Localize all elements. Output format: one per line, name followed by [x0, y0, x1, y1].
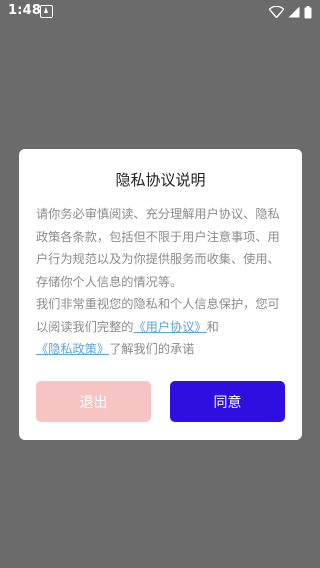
exit-button[interactable]: 退出 — [36, 381, 151, 422]
dialog-paragraph-2: 我们非常重视您的隐私和个人信息保护，您可以阅读我们完整的《用户协议》和《隐私政策… — [36, 293, 288, 361]
agree-button[interactable]: 同意 — [170, 381, 285, 422]
privacy-policy-link[interactable]: 《隐私政策》 — [36, 342, 109, 356]
user-agreement-link[interactable]: 《用户协议》 — [134, 320, 207, 334]
status-time: 1:48 — [8, 3, 42, 18]
dialog-title: 隐私协议说明 — [115, 171, 206, 189]
privacy-dialog: 隐私协议说明 请你务必审慎阅读、充分理解用户协议、隐私政策各条款，包括但不限于用… — [19, 149, 302, 440]
dialog-body: 请你务必审慎阅读、充分理解用户协议、隐私政策各条款，包括但不限于用户注意事项、用… — [36, 203, 288, 361]
wifi-icon — [269, 6, 284, 18]
status-icons — [269, 5, 312, 19]
battery-icon — [304, 5, 312, 18]
conjunction-text: 和 — [206, 319, 219, 334]
dialog-paragraph-1: 请你务必审慎阅读、充分理解用户协议、隐私政策各条款，包括但不限于用户注意事项、用… — [36, 207, 280, 289]
status-bar: 1:48 — [0, 0, 320, 24]
paragraph-2-suffix: 了解我们的承诺 — [109, 342, 195, 356]
signal-icon — [288, 6, 300, 18]
notification-icon — [40, 5, 53, 18]
